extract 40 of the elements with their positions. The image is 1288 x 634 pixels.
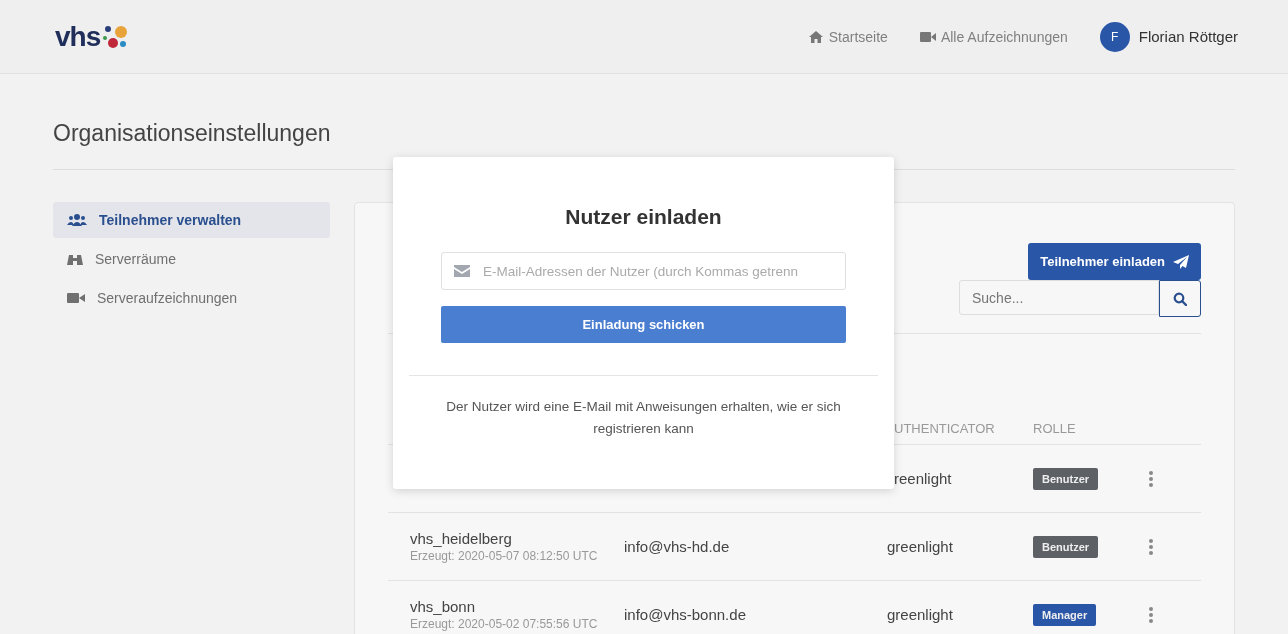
email-cell: info@vhs-hd.de bbox=[624, 538, 730, 555]
created-date: Erzeugt: 2020-05-07 08:12:50 UTC bbox=[410, 549, 599, 563]
video-camera-icon bbox=[919, 30, 936, 43]
role-badge: Benutzer bbox=[1033, 467, 1099, 490]
more-options-icon[interactable] bbox=[1149, 606, 1153, 623]
role-badge: Manager bbox=[1033, 603, 1097, 626]
more-options-icon[interactable] bbox=[1149, 538, 1153, 555]
search-icon bbox=[1173, 291, 1187, 306]
nav-link[interactable]: Alle Aufzeichnungen bbox=[919, 28, 1068, 45]
search-button[interactable] bbox=[1159, 280, 1201, 317]
role-badge: Benutzer bbox=[1033, 535, 1099, 558]
sidebar-item[interactable]: Serverräume bbox=[53, 241, 330, 277]
dialog-note: Der Nutzer wird eine E-Mail mit Anweisungen erhalten, wie er sich registrieren kann bbox=[445, 398, 842, 438]
user-name-cell-text: vhs_bonn bbox=[410, 598, 477, 615]
column-header: ROLLE bbox=[1033, 420, 1077, 436]
authenticator-cell: greenlight bbox=[887, 538, 953, 555]
user-name-cell-text: vhs_heidelberg bbox=[410, 530, 513, 547]
sidebar-item[interactable]: Teilnehmer verwalten bbox=[53, 202, 330, 238]
sidebar-item[interactable]: Serveraufzeichnungen bbox=[53, 280, 330, 316]
nav-link[interactable]: Startseite bbox=[807, 28, 888, 45]
user-avatar[interactable]: F bbox=[1099, 21, 1130, 52]
search-field[interactable]: Suche... bbox=[959, 280, 1159, 315]
created-date: Erzeugt: 2020-05-02 07:55:56 UTC bbox=[410, 617, 599, 631]
envelope-icon bbox=[454, 265, 470, 277]
invite-button[interactable]: Teilnehmer einladen bbox=[1028, 243, 1201, 280]
email-cell: info@vhs-bonn.de bbox=[624, 606, 746, 623]
users-icon bbox=[67, 213, 87, 227]
authenticator-cell: greenlight bbox=[887, 606, 953, 623]
user-name[interactable]: Florian Röttger bbox=[1138, 28, 1238, 45]
column-header: UTHENTICATOR bbox=[893, 420, 996, 436]
home-icon bbox=[807, 29, 824, 44]
authenticator-cell: reenlight bbox=[894, 470, 952, 487]
logo-text[interactable]: vhs bbox=[55, 20, 101, 53]
dialog-title: Nutzer einladen bbox=[565, 205, 722, 229]
send-invitation-button[interactable]: Einladung schicken bbox=[441, 306, 846, 343]
binoculars-icon bbox=[67, 252, 83, 266]
video-camera-icon bbox=[67, 292, 85, 304]
more-options-icon[interactable] bbox=[1149, 470, 1153, 487]
email-input-field[interactable]: E-Mail-Adressen der Nutzer (durch Kommas getrenn bbox=[441, 252, 846, 290]
paper-plane-icon bbox=[1173, 254, 1189, 269]
